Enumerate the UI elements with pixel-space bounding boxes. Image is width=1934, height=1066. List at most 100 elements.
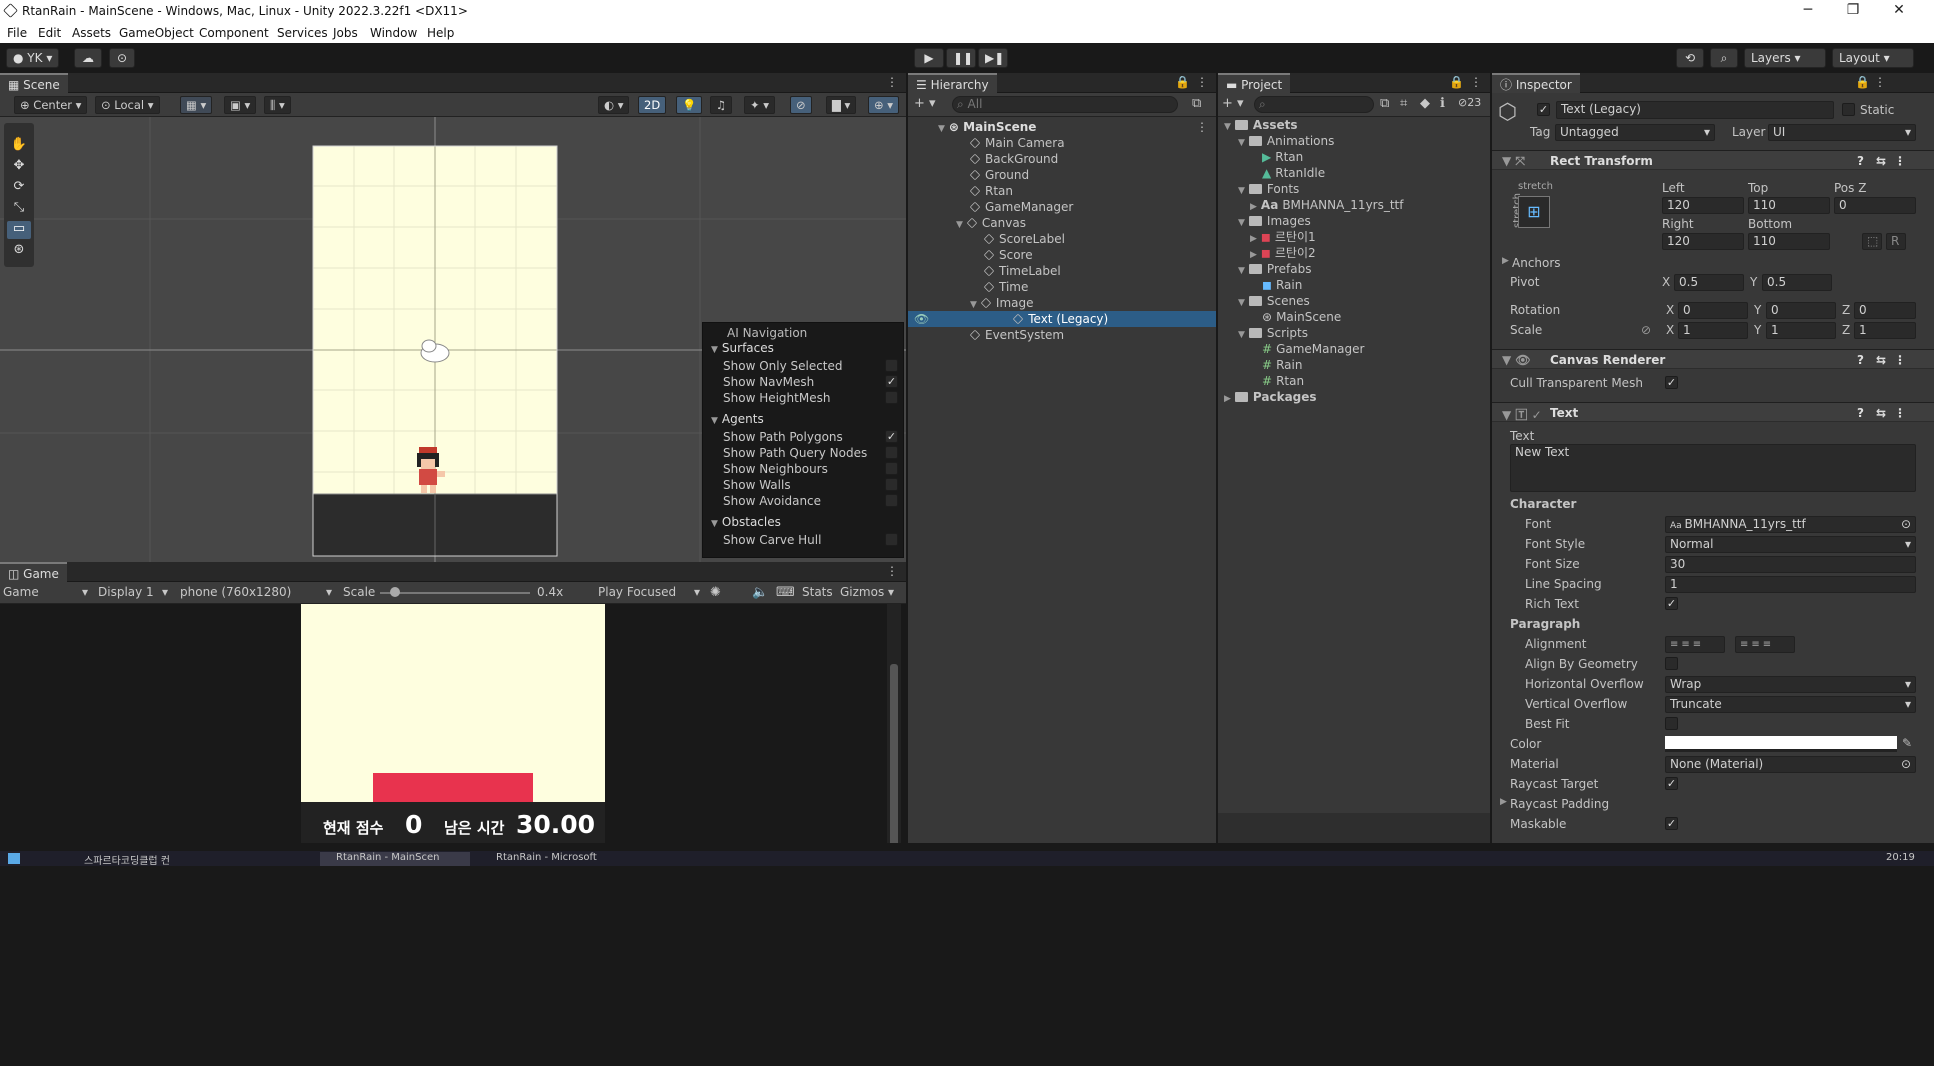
step-icon[interactable]: ▶❚ [978,48,1008,68]
transform-tool-icon[interactable]: ⊛ [7,242,31,260]
menu-assets[interactable]: Assets [72,26,111,40]
kebab-menu-icon[interactable]: ⋮ [1196,75,1208,89]
project-folder[interactable]: ▼ Prefabs [1238,261,1311,277]
rotate-tool-icon[interactable]: ⟳ [7,179,31,197]
project-folder[interactable]: ▼ Fonts [1238,181,1299,197]
show-neighbours-checkbox[interactable] [885,462,898,475]
kebab-menu-icon[interactable]: ⋮ [886,564,898,578]
scale-slider-thumb[interactable] [390,587,400,597]
play-icon[interactable]: ▶ [914,48,944,68]
account-dropdown[interactable]: ● YK ▾ [6,48,60,68]
font-asset[interactable]: ▶ Aa BMHANNA_11yrs_ttf [1250,197,1403,213]
windows-start-icon[interactable] [8,853,20,864]
layout-dropdown[interactable]: Layout ▾ [1832,48,1914,68]
hidden-objects-icon[interactable]: ⊘ [790,96,812,114]
project-folder[interactable]: ▼ Scripts [1238,325,1308,341]
maximize-icon[interactable]: ❐ [1830,0,1876,23]
anim-asset[interactable]: ▲ RtanIdle [1262,165,1325,181]
hierarchy-item[interactable]: Score [983,247,1033,263]
lock-icon[interactable]: 🔒 [1449,75,1464,89]
info-icon[interactable]: ℹ [1440,96,1445,111]
show-navmesh-checkbox[interactable]: ✓ [885,375,898,388]
show-carve-hull-checkbox[interactable] [885,533,898,546]
section-obstacles[interactable]: ▼ Obstacles [711,515,781,529]
search-filter-icon[interactable]: ⧉ [1192,96,1201,111]
hierarchy-item[interactable]: Rtan [969,183,1013,199]
taskbar-item[interactable]: RtanRain - Microsoft [480,852,597,863]
rect-tool-icon[interactable]: ▭ [7,221,31,239]
mute-icon[interactable]: 🔈 [752,585,768,600]
hierarchy-item[interactable]: ScoreLabel [983,231,1065,247]
hierarchy-item[interactable]: EventSystem [969,327,1064,343]
move-tool-icon[interactable]: ✥ [7,158,31,176]
search-by-label-icon[interactable]: ⌗ [1400,96,1407,111]
hierarchy-scene-root[interactable]: ▼ ⊛ MainScene [938,119,1036,135]
menu-gameobject[interactable]: GameObject [119,26,194,40]
show-walls-checkbox[interactable] [885,478,898,491]
pivot-center-dropdown[interactable]: ⊕ Center ▾ [14,96,88,114]
menu-file[interactable]: File [7,26,27,40]
game-scrollbar[interactable] [887,604,901,851]
show-path-query-nodes-checkbox[interactable] [885,446,898,459]
hand-tool-icon[interactable]: ✋ [7,137,31,155]
image-asset[interactable]: ▶ ◼ 르탄이1 [1250,229,1316,245]
bug-icon[interactable]: ✺ [710,585,721,600]
add-object-button[interactable]: + ▾ [914,96,936,111]
show-path-polygons-checkbox[interactable]: ✓ [885,430,898,443]
project-folder-packages[interactable]: ▶ Packages [1224,389,1317,405]
gizmos-icon[interactable]: ⊕ ▾ [868,96,900,114]
project-folder-assets[interactable]: ▼ Assets [1224,117,1298,133]
menu-services[interactable]: Services [277,26,328,40]
stats-button[interactable]: Stats [802,585,833,599]
script-asset[interactable]: # GameManager [1262,341,1364,357]
script-asset[interactable]: # Rtan [1262,373,1304,389]
tab-project[interactable]: ▬ Project [1218,73,1291,93]
layers-dropdown[interactable]: Layers ▾ [1744,48,1826,68]
project-folder[interactable]: ▼ Images [1238,213,1311,229]
collab-icon[interactable]: ⊙ [109,48,135,68]
align-icon[interactable]: ⫼ ▾ [264,96,291,114]
search-by-type-icon[interactable]: ⧉ [1380,96,1389,111]
lock-icon[interactable]: 🔒 [1175,75,1190,89]
prefab-asset[interactable]: ◼ Rain [1262,277,1302,293]
audio-icon[interactable]: ♫ [710,96,733,114]
search-icon[interactable]: ⌕ [1710,48,1738,68]
play-focused-dropdown[interactable]: Play Focused ▾ [598,585,700,599]
kebab-menu-icon[interactable]: ⋮ [1196,119,1208,135]
script-asset[interactable]: # Rain [1262,357,1302,373]
project-folder[interactable]: ▼ Animations [1238,133,1334,149]
effects-icon[interactable]: ✦ ▾ [744,96,776,114]
tab-game[interactable]: ◫ Game [0,562,67,582]
image-asset[interactable]: ▶ ◼ 르탄이2 [1250,245,1316,261]
minimize-icon[interactable]: ─ [1785,0,1831,23]
menu-window[interactable]: Window [370,26,417,40]
draw-mode-icon[interactable]: ◐ ▾ [598,96,630,114]
hierarchy-search-input[interactable]: ⌕ All [952,96,1178,113]
tab-scene[interactable]: ▦ Scene [0,73,68,93]
kebab-menu-icon[interactable]: ⋮ [1470,75,1482,89]
cloud-icon[interactable]: ☁ [74,48,102,68]
hierarchy-item[interactable]: Ground [969,167,1029,183]
project-search-input[interactable]: ⌕ [1254,96,1374,113]
history-icon[interactable]: ⟲ [1676,48,1704,68]
close-icon[interactable]: ✕ [1876,0,1922,23]
hierarchy-item[interactable]: ▼ Canvas [956,215,1026,231]
kebab-menu-icon[interactable]: ⋮ [1874,75,1886,89]
hidden-packages-count[interactable]: ⊘23 [1458,96,1481,109]
game-scrollbar-thumb[interactable] [890,664,898,851]
keyboard-icon[interactable]: ⌨ [776,585,795,600]
menu-component[interactable]: Component [199,26,269,40]
hierarchy-item[interactable]: BackGround [969,151,1058,167]
hierarchy-item-selected[interactable]: 👁 Text (Legacy) [908,311,1216,327]
2d-toggle[interactable]: 2D [638,96,667,114]
hierarchy-item[interactable]: ▼ Image [970,295,1034,311]
scale-tool-icon[interactable]: ⤡ [7,200,31,218]
menu-edit[interactable]: Edit [38,26,61,40]
tab-inspector[interactable]: ⓘ Inspector [1492,73,1580,93]
hierarchy-item[interactable]: GameManager [969,199,1073,215]
game-view-dropdown[interactable]: Game ▾ [3,585,88,599]
scene-view[interactable]: ✋ ✥ ⟳ ⤡ ▭ ⊛ AI Navigation ▼ Surfaces Show… [0,117,906,562]
hierarchy-item[interactable]: Main Camera [969,135,1065,151]
create-asset-button[interactable]: + ▾ [1222,96,1244,111]
resolution-dropdown[interactable]: phone (760x1280) ▾ [180,585,332,599]
